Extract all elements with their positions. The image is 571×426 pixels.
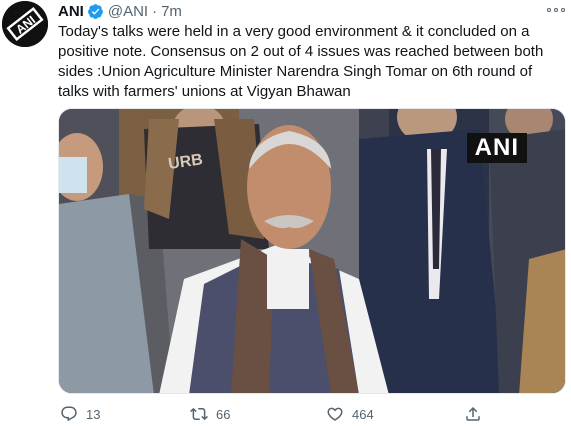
verified-badge-icon xyxy=(87,3,103,19)
share-icon xyxy=(466,406,480,421)
avatar[interactable]: ANI xyxy=(2,1,48,47)
retweet-button[interactable]: 66 xyxy=(190,404,230,424)
separator-dot: · xyxy=(152,2,158,20)
tweet-actions-bar: 13 66 464 xyxy=(58,404,566,424)
ani-watermark: ANI xyxy=(466,133,527,163)
more-icon[interactable] xyxy=(547,0,565,20)
reply-icon xyxy=(61,406,77,422)
tweet-media-image[interactable]: URB ANI xyxy=(58,108,566,394)
tweet-timestamp[interactable]: 7m xyxy=(161,3,182,20)
retweet-icon xyxy=(190,407,208,421)
like-count: 464 xyxy=(352,406,374,422)
tweet-text: Today's talks were held in a very good e… xyxy=(58,23,544,100)
retweet-count: 66 xyxy=(216,406,231,422)
reply-count: 13 xyxy=(86,406,101,422)
ani-logo: ANI xyxy=(2,1,48,47)
reply-button[interactable]: 13 xyxy=(60,404,100,424)
author-name[interactable]: ANI xyxy=(58,3,84,20)
like-icon xyxy=(327,407,343,421)
author-handle[interactable]: @ANI xyxy=(108,3,148,20)
tweet-header: ANI @ANI · 7m xyxy=(58,1,182,21)
share-button[interactable] xyxy=(464,404,482,424)
like-button[interactable]: 464 xyxy=(326,404,374,424)
